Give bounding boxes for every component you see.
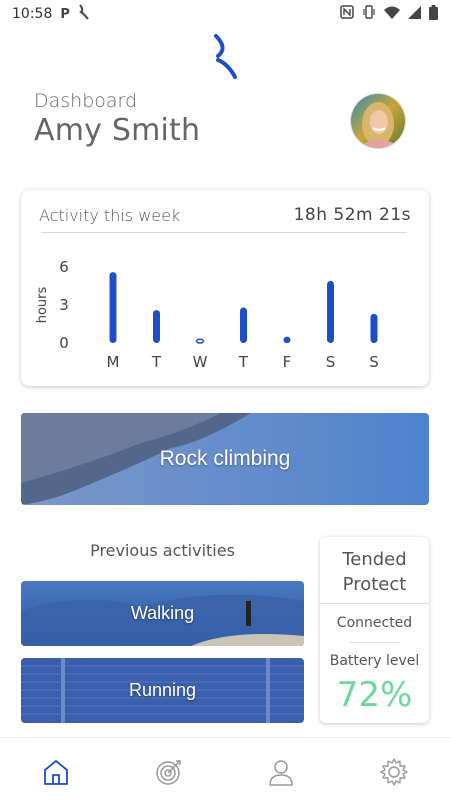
battery-value: 72%: [336, 675, 413, 715]
wifi-icon: [384, 6, 400, 23]
x-tick-label: S: [369, 353, 379, 371]
featured-activity-label: Rock climbing: [159, 447, 291, 470]
device-divider-short: [350, 642, 400, 643]
nav-settings[interactable]: [378, 756, 410, 788]
featured-activity-tile[interactable]: Rock climbing: [21, 413, 429, 505]
device-status: Connected: [336, 615, 413, 631]
activity-running-tile[interactable]: Running: [21, 658, 304, 723]
parking-icon: P: [60, 6, 70, 22]
device-name: Tended Protect: [342, 549, 407, 595]
nfc-icon: [340, 5, 354, 23]
swing-app-icon: [78, 4, 90, 24]
running-label: Running: [128, 680, 197, 700]
app-logo: [214, 34, 237, 79]
nav-home[interactable]: [40, 756, 72, 788]
y-tick-label: 3: [59, 296, 69, 314]
chart-bar: [283, 336, 291, 343]
y-tick-label: 6: [59, 258, 69, 276]
device-divider: [320, 603, 429, 604]
x-tick-label: F: [283, 353, 292, 371]
status-bar: 10:58 P: [0, 0, 450, 28]
chart-bar: [327, 280, 334, 343]
chart-bar: [195, 338, 205, 344]
person-icon: [269, 760, 293, 786]
target-icon: [156, 760, 181, 785]
activity-chart: hours 0 3 6 M T W T F S S: [35, 258, 379, 371]
walking-label: Walking: [130, 603, 195, 623]
x-tick-label: T: [151, 353, 162, 371]
avatar[interactable]: [351, 94, 405, 148]
bottom-navigation: [0, 737, 450, 800]
battery-label: Battery level: [329, 653, 420, 669]
vibrate-icon: [362, 5, 376, 23]
nav-goals[interactable]: [153, 756, 185, 788]
user-name: Amy Smith: [34, 113, 201, 148]
chart-bar: [240, 307, 247, 343]
status-time: 10:58: [12, 6, 53, 22]
device-card[interactable]: Tended Protect Connected Battery level 7…: [320, 537, 429, 723]
dashboard-label: Dashboard: [34, 90, 138, 112]
x-tick-label: S: [326, 353, 336, 371]
home-icon: [44, 760, 68, 785]
chart-bar: [153, 310, 160, 343]
gear-icon: [380, 758, 408, 786]
y-tick-label: 0: [59, 334, 69, 352]
y-axis-label: hours: [35, 287, 50, 324]
battery-icon: [429, 4, 438, 24]
chart-bar: [370, 313, 378, 343]
activity-walking-tile[interactable]: Walking: [21, 581, 304, 646]
x-tick-label: M: [107, 353, 120, 371]
previous-activities-title: Previous activities: [90, 541, 235, 560]
chart-bar: [109, 272, 117, 343]
signal-icon: [408, 5, 421, 23]
activity-card[interactable]: Activity this week 18h 52m 21s hours 0 3 6 M…: [21, 190, 429, 386]
x-tick-label: T: [238, 353, 249, 371]
x-tick-label: W: [193, 353, 208, 371]
nav-profile[interactable]: [265, 756, 297, 788]
